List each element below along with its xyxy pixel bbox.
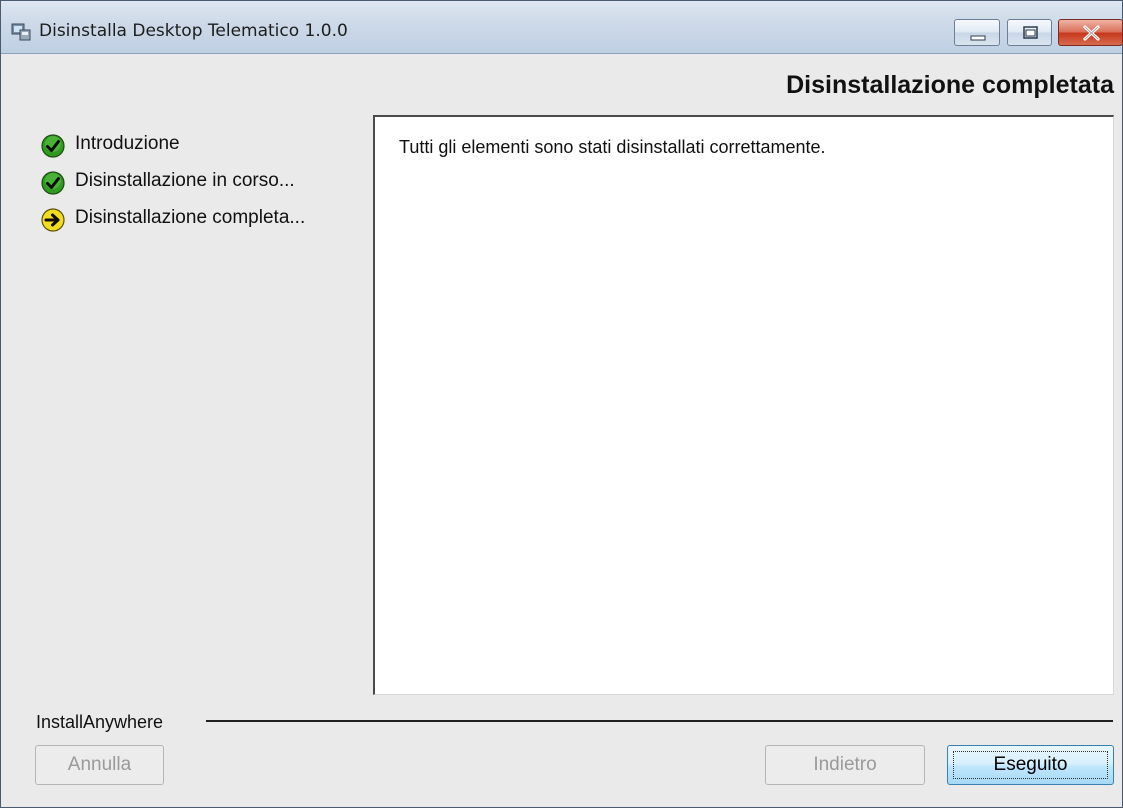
step-label: Disinstallazione in corso... bbox=[75, 170, 295, 191]
minimize-button[interactable] bbox=[954, 19, 1000, 46]
step-introduction: Introduzione bbox=[41, 131, 371, 168]
step-label: Introduzione bbox=[75, 133, 180, 154]
close-icon bbox=[1083, 25, 1100, 41]
vendor-label: InstallAnywhere bbox=[36, 712, 164, 732]
cancel-button[interactable]: Annulla bbox=[35, 745, 164, 785]
completion-message: Tutti gli elementi sono stati disinstall… bbox=[399, 137, 826, 157]
step-uninstall-progress: Disinstallazione in corso... bbox=[41, 168, 371, 205]
maximize-button[interactable] bbox=[1007, 19, 1052, 46]
close-button[interactable] bbox=[1058, 19, 1123, 46]
window-title: Disinstalla Desktop Telematico 1.0.0 bbox=[39, 21, 348, 41]
page-title: Disinstallazione completata bbox=[786, 71, 1114, 99]
minimize-icon bbox=[970, 35, 986, 41]
installer-app-icon bbox=[11, 23, 31, 41]
maximize-icon bbox=[1023, 26, 1038, 39]
footer-divider bbox=[206, 720, 1113, 722]
done-button-label: Eseguito bbox=[993, 754, 1068, 775]
title-bar[interactable]: Disinstalla Desktop Telematico 1.0.0 bbox=[1, 1, 1123, 54]
arrow-right-circle-icon bbox=[41, 208, 65, 232]
uninstaller-window: Disinstalla Desktop Telematico 1.0.0 Dis… bbox=[0, 0, 1123, 808]
done-button[interactable]: Eseguito bbox=[947, 745, 1114, 785]
check-circle-icon bbox=[41, 171, 65, 195]
content-panel: Tutti gli elementi sono stati disinstall… bbox=[373, 115, 1114, 695]
check-circle-icon bbox=[41, 134, 65, 158]
back-button[interactable]: Indietro bbox=[765, 745, 925, 785]
step-uninstall-complete: Disinstallazione completa... bbox=[41, 205, 371, 242]
steps-list: Introduzione Disinstallazione in corso..… bbox=[41, 131, 371, 242]
step-label: Disinstallazione completa... bbox=[75, 207, 306, 228]
